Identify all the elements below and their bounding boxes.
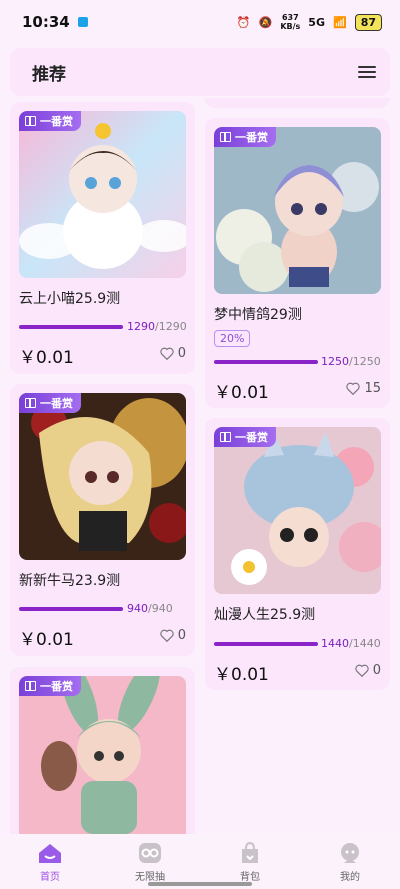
gift-icon: [25, 681, 36, 691]
product-card[interactable]: 一番赏 灿漫人生25.9测 1440/1440 ￥0.01 0: [205, 418, 390, 690]
progress-bar: [19, 325, 123, 329]
product-image: 一番赏: [214, 127, 381, 294]
profile-icon: [341, 843, 359, 863]
page-title: 推荐: [26, 60, 76, 87]
product-image: 一番赏: [214, 427, 381, 594]
progress-bar: [19, 607, 123, 611]
product-image: 一番赏: [19, 676, 186, 834]
bottom-tab-bar: 首页 无限抽 背包 我的: [0, 834, 400, 889]
mute-icon: 🔕: [258, 15, 273, 29]
alarm-icon: ⏰: [236, 15, 251, 29]
status-bar: 10:34 ⏰ 🔕 637 KB/s 5G 📶 87: [0, 0, 400, 44]
gift-icon: [220, 432, 231, 442]
net-speed: 637 KB/s: [280, 13, 301, 31]
product-card-partial[interactable]: [205, 98, 390, 108]
clock: 10:34: [22, 13, 70, 31]
prize-badge: 一番赏: [214, 127, 276, 147]
prize-badge: 一番赏: [19, 111, 81, 131]
price: ￥0.01: [19, 348, 74, 368]
progress-bar: [214, 642, 318, 646]
progress-count: 940/940: [127, 602, 173, 615]
prize-badge: 一番赏: [19, 393, 81, 413]
progress-count: 1290/1290: [127, 320, 187, 333]
recommend-header: 推荐: [10, 48, 390, 96]
prize-badge: 一番赏: [214, 427, 276, 447]
gift-icon: [25, 116, 36, 126]
price: ￥0.01: [19, 630, 74, 650]
price: ￥0.01: [214, 665, 269, 685]
price: ￥0.01: [214, 383, 269, 403]
gift-icon: [25, 398, 36, 408]
heart-icon: [160, 347, 174, 360]
gift-icon: [220, 132, 231, 142]
product-title: 云上小喵25.9测: [19, 291, 121, 307]
progress-count: 1250/1250: [321, 355, 381, 368]
infinite-draw-icon: [139, 843, 161, 863]
wifi-icon: 📶: [332, 15, 347, 29]
product-title: 新新牛马23.9测: [19, 573, 121, 589]
product-card[interactable]: 一番赏 新新牛马23.9测 940/940 ￥0.01 0: [10, 384, 195, 656]
product-title: 灿漫人生25.9测: [214, 607, 316, 623]
tab-backpack[interactable]: 背包: [220, 842, 280, 883]
like-button[interactable]: 0: [160, 346, 186, 361]
product-card[interactable]: 一番赏 云上小喵25.9测 1290/1290 ￥0.01 0: [10, 102, 195, 374]
like-button[interactable]: 0: [355, 663, 381, 678]
backpack-icon: [242, 842, 258, 863]
like-button[interactable]: 0: [160, 628, 186, 643]
progress-bar: [214, 360, 318, 364]
tab-home[interactable]: 首页: [20, 842, 80, 883]
signal-5g: 5G: [308, 15, 325, 29]
heart-icon: [160, 629, 174, 642]
heart-icon: [355, 664, 369, 677]
like-button[interactable]: 15: [346, 381, 381, 396]
discount-tag: 20%: [214, 330, 251, 347]
product-title: 梦中情鸽29测: [214, 307, 302, 323]
product-image: 一番赏: [19, 111, 186, 278]
tab-infinite-draw[interactable]: 无限抽: [120, 842, 180, 883]
tab-profile[interactable]: 我的: [320, 842, 380, 883]
product-card[interactable]: 一番赏 梦中情鸽29测 20% 1250/1250 ￥0.01 15: [205, 118, 390, 408]
notification-icon: [77, 17, 88, 27]
list-view-icon[interactable]: [358, 66, 376, 78]
home-indicator[interactable]: [148, 882, 252, 886]
battery-indicator: 87: [354, 13, 382, 31]
progress-count: 1440/1440: [321, 637, 381, 650]
product-card[interactable]: 一番赏: [10, 667, 195, 834]
heart-icon: [346, 382, 361, 395]
home-icon: [39, 844, 61, 863]
prize-badge: 一番赏: [19, 676, 81, 696]
product-image: 一番赏: [19, 393, 186, 560]
